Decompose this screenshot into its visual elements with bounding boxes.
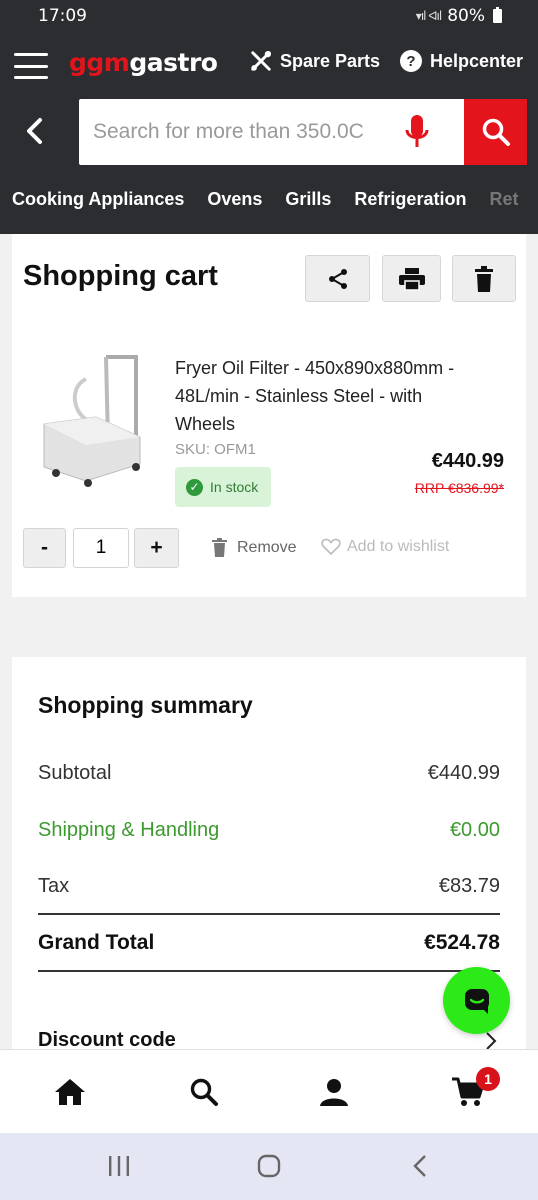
battery-level: 80% — [447, 6, 485, 26]
grand-total-value: €524.78 — [424, 931, 500, 954]
category-nav: Cooking Appliances Ovens Grills Refriger… — [0, 189, 538, 223]
product-name[interactable]: Fryer Oil Filter - 450x890x880mm - 48L/m… — [175, 354, 465, 438]
product-sku: SKU: OFM1 — [175, 441, 256, 458]
microphone-icon[interactable] — [403, 113, 431, 151]
clear-cart-button[interactable] — [452, 255, 516, 302]
system-navigation-bar — [0, 1133, 538, 1200]
heart-icon — [321, 538, 341, 556]
shipping-value: €0.00 — [449, 819, 500, 841]
page-title: Shopping cart — [23, 260, 218, 292]
category-ovens[interactable]: Ovens — [207, 189, 262, 223]
back-arrow-icon[interactable] — [22, 116, 48, 146]
logo-part1: ggm — [69, 48, 130, 77]
helpcenter-label: Helpcenter — [430, 50, 524, 71]
logo[interactable]: ggmgastro — [69, 48, 218, 77]
home-icon — [55, 1079, 85, 1105]
menu-icon[interactable] — [14, 53, 48, 79]
divider — [38, 970, 500, 972]
tools-icon — [251, 51, 271, 71]
user-icon — [320, 1079, 348, 1106]
battery-icon — [493, 7, 502, 23]
cart-card: Shopping cart Fryer Oil Filter - 450x890… — [12, 234, 526, 597]
spare-parts-link[interactable]: Spare Parts — [250, 50, 380, 72]
category-more[interactable]: Ret — [489, 189, 518, 223]
shipping-label[interactable]: Shipping & Handling — [38, 819, 219, 842]
add-to-wishlist-button[interactable]: Add to wishlist — [321, 538, 449, 556]
stock-label: In stock — [210, 479, 259, 495]
tax-label: Tax — [38, 875, 70, 897]
grand-total-row: Grand Total €524.78 — [38, 931, 500, 955]
share-icon — [328, 268, 347, 289]
nav-home[interactable] — [50, 1072, 90, 1112]
nav-account[interactable] — [314, 1072, 354, 1112]
tax-value: €83.79 — [438, 875, 500, 897]
help-icon: ? — [400, 50, 422, 72]
quantity-input[interactable] — [73, 528, 129, 568]
quantity-decrease-button[interactable]: - — [23, 528, 66, 568]
grand-total-label: Grand Total — [38, 931, 155, 954]
quantity-increase-button[interactable]: + — [134, 528, 179, 568]
nav-search[interactable] — [184, 1072, 224, 1112]
bottom-nav: 1 — [0, 1049, 538, 1133]
search-button[interactable] — [464, 99, 527, 165]
search-icon — [482, 118, 510, 146]
stock-badge: ✓ In stock — [175, 467, 271, 507]
product-rrp: RRP €836.99* — [414, 480, 504, 496]
remove-button[interactable]: Remove — [212, 538, 297, 557]
category-cooking-appliances[interactable]: Cooking Appliances — [12, 189, 184, 223]
recent-apps-icon[interactable] — [106, 1153, 132, 1179]
share-button[interactable] — [305, 255, 370, 302]
home-button-icon[interactable] — [256, 1153, 282, 1179]
status-bar: 17:09 ▾ıl ᐊıl 80% — [0, 0, 538, 34]
subtotal-value: €440.99 — [427, 762, 500, 784]
back-button-icon[interactable] — [408, 1153, 434, 1179]
status-icons: ▾ıl ᐊıl 80% — [416, 6, 502, 26]
chat-icon — [464, 988, 489, 1014]
search-input[interactable] — [79, 99, 379, 165]
status-time: 17:09 — [38, 6, 87, 26]
site-header: ggmgastro Spare Parts ? Helpcenter Cooki… — [0, 34, 538, 234]
signal-icon: ▾ıl ᐊıl — [415, 9, 442, 23]
summary-title: Shopping summary — [38, 692, 253, 718]
product-price: €440.99 — [431, 450, 504, 472]
logo-part2: gastro — [129, 48, 218, 77]
check-circle-icon: ✓ — [186, 478, 203, 496]
remove-label: Remove — [237, 538, 297, 556]
chat-button[interactable] — [443, 967, 510, 1034]
subtotal-row: Subtotal €440.99 — [38, 762, 500, 785]
chevron-right-icon[interactable] — [484, 1031, 498, 1051]
category-grills[interactable]: Grills — [285, 189, 331, 223]
search-bar — [79, 99, 527, 165]
product-image[interactable] — [36, 349, 148, 489]
spare-parts-label: Spare Parts — [280, 50, 381, 71]
tax-row: Tax €83.79 — [38, 875, 500, 898]
printer-icon — [398, 267, 425, 291]
shipping-row: Shipping & Handling €0.00 — [38, 819, 500, 842]
subtotal-label: Subtotal — [38, 762, 112, 784]
category-refrigeration[interactable]: Refrigeration — [354, 189, 466, 223]
helpcenter-link[interactable]: ? Helpcenter — [400, 50, 523, 72]
wishlist-label: Add to wishlist — [347, 538, 450, 555]
cart-count-badge: 1 — [476, 1067, 500, 1091]
search-icon — [190, 1078, 218, 1106]
divider — [38, 913, 500, 915]
trash-icon — [212, 538, 227, 557]
print-button[interactable] — [382, 255, 441, 302]
trash-icon — [475, 265, 493, 292]
